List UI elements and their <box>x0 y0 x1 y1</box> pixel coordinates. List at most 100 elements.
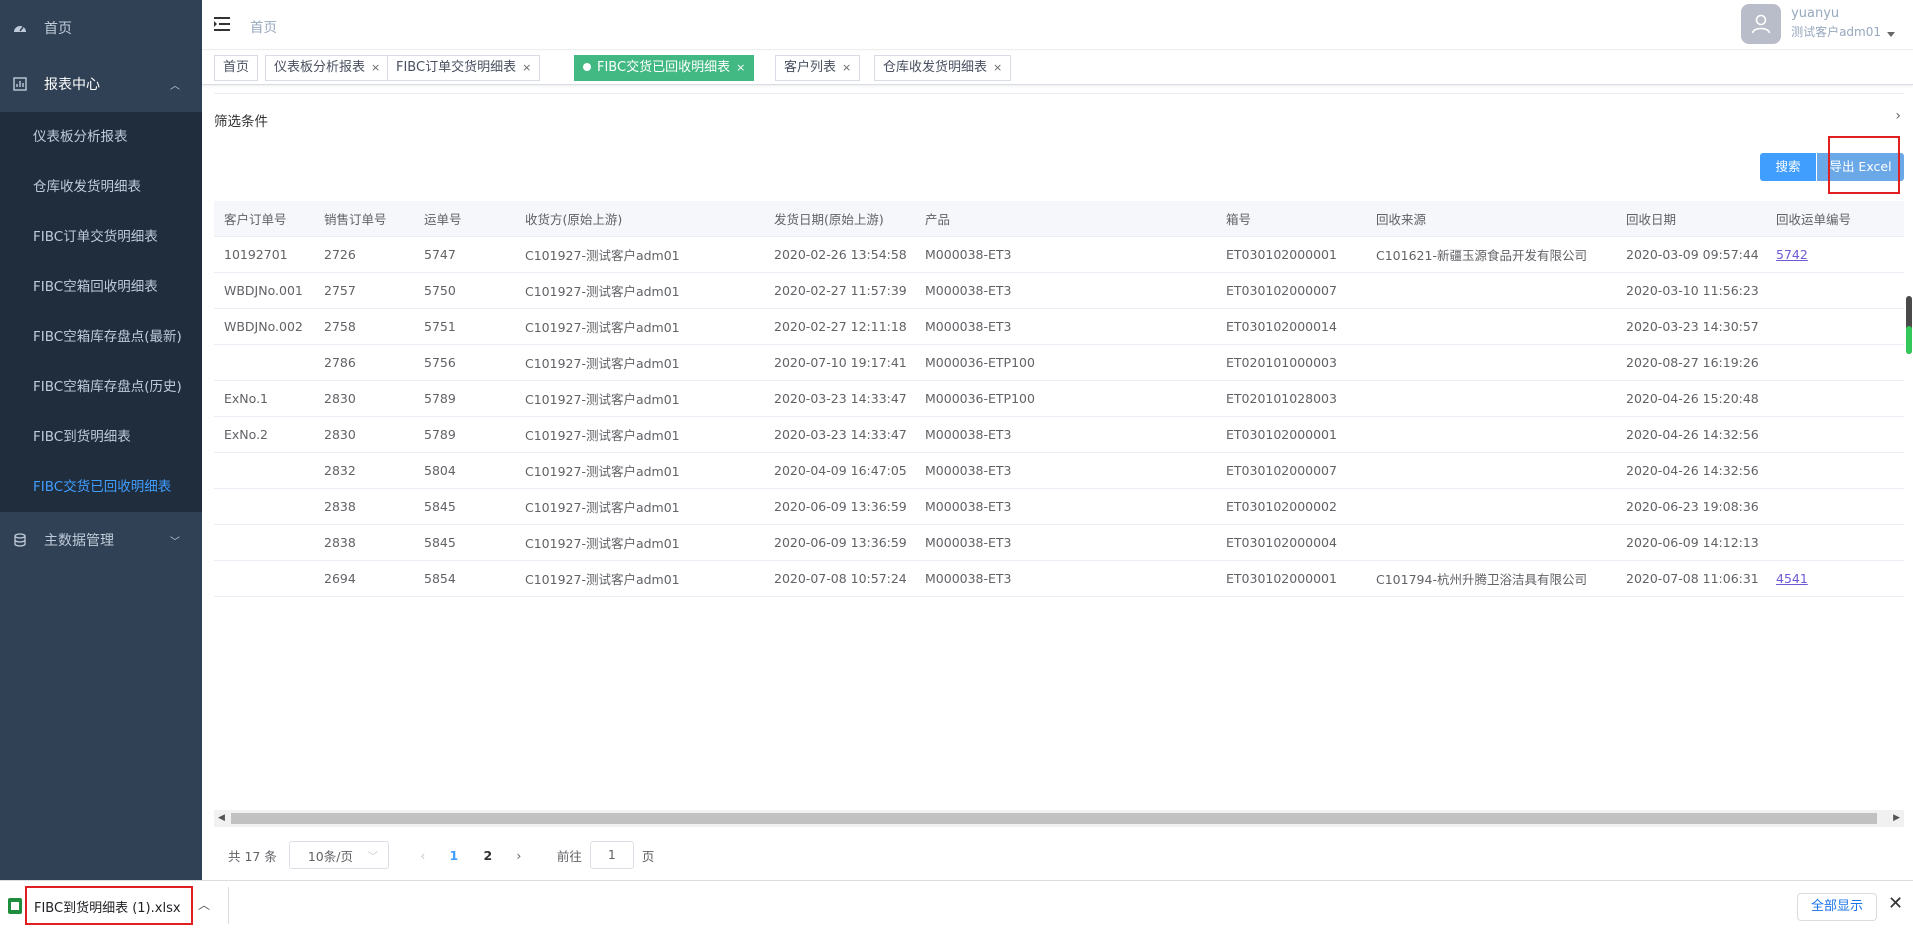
column-header: 回收运单编号 <box>1766 201 1904 237</box>
tab-warehouse-report[interactable]: 仓库收发货明细表 × <box>874 55 1012 81</box>
table-cell <box>1366 452 1616 489</box>
page-size-value: 10条/页 <box>307 848 353 864</box>
sidebar-item-fibc-order-delivery[interactable]: FIBC订单交货明细表 <box>0 212 202 262</box>
table-cell: ExNo.2 <box>214 416 314 453</box>
table-cell: M000038-ET3 <box>915 452 1216 489</box>
table-cell: 5789 <box>414 380 515 417</box>
data-table: 客户订单号 销售订单号 运单号 收货方(原始上游) 发货日期(原始上游) 产品 箱号 回收来源… <box>214 201 1904 597</box>
goto-page-input[interactable]: 1 <box>589 841 634 869</box>
sidebar-item-fibc-empty-recovery[interactable]: FIBC空箱回收明细表 <box>0 262 202 312</box>
scroll-left-icon[interactable]: ◀ <box>218 813 225 823</box>
table-cell: 2838 <box>314 524 414 561</box>
menu-toggle-icon[interactable] <box>214 16 232 32</box>
table-cell <box>1366 308 1616 345</box>
column-header: 回收来源 <box>1366 201 1616 237</box>
sidebar-item-fibc-arrival[interactable]: FIBC到货明细表 <box>0 412 202 462</box>
filter-toggle[interactable]: 筛选条件 <box>214 110 268 130</box>
table-cell: C101927-测试客户adm01 <box>515 236 764 273</box>
page-number[interactable]: 2 <box>471 848 505 863</box>
table-cell: 5804 <box>414 452 515 489</box>
table-cell: 5789 <box>414 416 515 453</box>
table-cell: 5854 <box>414 560 515 597</box>
table-cell: 2020-07-08 11:06:31 <box>1616 560 1766 597</box>
table-cell: 5845 <box>414 488 515 525</box>
breadcrumb[interactable]: 首页 <box>250 16 277 36</box>
download-item[interactable]: FIBC到货明细表 (1).xlsx <box>8 890 181 922</box>
close-icon[interactable]: ✕ <box>1888 893 1903 914</box>
navbar: 首页 yuanyu 测试客户adm01 <box>202 0 1913 50</box>
user-menu[interactable]: yuanyu 测试客户adm01 <box>1741 4 1895 44</box>
sidebar-item-home[interactable]: 首页 <box>0 0 202 56</box>
tab-fibc-order-delivery[interactable]: FIBC订单交货明细表 × <box>387 55 541 81</box>
sidebar-item-dashboard-report[interactable]: 仪表板分析报表 <box>0 112 202 162</box>
waybill-link[interactable]: 5742 <box>1776 247 1808 262</box>
table-cell: ExNo.1 <box>214 380 314 417</box>
column-header: 产品 <box>915 201 1216 237</box>
table-cell <box>1766 380 1904 417</box>
tab-customer-list[interactable]: 客户列表 × <box>775 55 861 81</box>
horizontal-scrollbar[interactable]: ◀ ▶ <box>214 810 1904 827</box>
table-row: ExNo.2 2830 5789 C101927-测试客户adm01 2020-03-2… <box>214 416 1904 453</box>
table-row: WBDJNo.001 2757 5750 C101927-测试客户adm01 2020-… <box>214 272 1904 309</box>
table-cell <box>1766 488 1904 525</box>
close-icon[interactable]: × <box>736 61 745 74</box>
column-header: 回收日期 <box>1616 201 1766 237</box>
search-button[interactable]: 搜索 <box>1760 153 1816 181</box>
sidebar-item-fibc-stock-latest[interactable]: FIBC空箱库存盘点(最新) <box>0 312 202 362</box>
scroll-right-icon[interactable]: ▶ <box>1893 813 1900 823</box>
table-cell: 2020-06-23 19:08:36 <box>1616 488 1766 525</box>
table-cell: 2020-02-27 12:11:18 <box>764 308 915 345</box>
page-number[interactable]: 1 <box>437 848 471 863</box>
avatar <box>1741 4 1782 44</box>
tags-view: 首页 仪表板分析报表 × FIBC订单交货明细表 × FIBC交货已回收明细表 × 客… <box>202 51 1913 85</box>
sidebar-item-master-data[interactable]: 主数据管理 ﹀ <box>0 512 202 568</box>
chevron-down-icon: ﹀ <box>170 536 180 548</box>
tab-home[interactable]: 首页 <box>214 55 259 81</box>
goto-suffix: 页 <box>641 848 655 864</box>
sidebar-item-fibc-delivered-recovered[interactable]: FIBC交货已回收明细表 <box>0 462 202 512</box>
close-icon[interactable]: × <box>371 61 380 74</box>
table-cell: 2020-03-10 11:56:23 <box>1616 272 1766 309</box>
scrollbar-thumb[interactable] <box>231 813 1877 824</box>
table-row: WBDJNo.002 2758 5751 C101927-测试客户adm01 2020-… <box>214 308 1904 345</box>
table-cell <box>1766 272 1904 309</box>
dashboard-icon <box>12 20 28 36</box>
waybill-link[interactable]: 4541 <box>1776 571 1808 586</box>
table-cell: WBDJNo.001 <box>214 272 314 309</box>
chevron-down-icon: ﹀ <box>367 851 378 863</box>
column-header: 客户订单号 <box>214 201 314 237</box>
table-cell: M000038-ET3 <box>915 560 1216 597</box>
table-cell: ET020101028003 <box>1216 380 1366 417</box>
column-header: 箱号 <box>1216 201 1366 237</box>
table-cell <box>214 344 314 381</box>
goto-label: 前往 <box>556 848 582 864</box>
download-filename: FIBC到货明细表 (1).xlsx <box>34 900 181 916</box>
sidebar-item-warehouse-report[interactable]: 仓库收发货明细表 <box>0 162 202 212</box>
next-page-button[interactable]: › <box>505 848 533 863</box>
export-excel-button[interactable]: 导出 Excel <box>1817 153 1904 181</box>
sidebar-item-reports[interactable]: 报表中心 ︿ <box>0 56 202 112</box>
close-icon[interactable]: × <box>522 61 531 74</box>
sidebar-item-fibc-stock-history[interactable]: FIBC空箱库存盘点(历史) <box>0 362 202 412</box>
page-size-select[interactable]: 10条/页 ﹀ <box>288 841 389 869</box>
tab-dashboard-report[interactable]: 仪表板分析报表 × <box>265 55 390 81</box>
vertical-scrollbar[interactable] <box>1906 296 1912 354</box>
close-icon[interactable]: × <box>993 61 1002 74</box>
table-cell: C101927-测试客户adm01 <box>515 524 764 561</box>
table-cell: 2020-06-09 13:36:59 <box>764 488 915 525</box>
table-body: 10192701 2726 5747 C101927-测试客户adm01 2020-02… <box>214 236 1904 597</box>
prev-page-button[interactable]: ‹ <box>409 848 437 863</box>
table-cell: C101927-测试客户adm01 <box>515 488 764 525</box>
table-cell: M000038-ET3 <box>915 488 1216 525</box>
table-row: 2694 5854 C101927-测试客户adm01 2020-07-08 10:5… <box>214 560 1904 597</box>
table-cell <box>1766 344 1904 381</box>
show-all-button[interactable]: 全部显示 <box>1797 893 1877 921</box>
table-cell: 2020-08-27 16:19:26 <box>1616 344 1766 381</box>
table-cell: 2020-04-26 14:32:56 <box>1616 452 1766 489</box>
tab-fibc-delivered-recovered[interactable]: FIBC交货已回收明细表 × <box>574 55 755 81</box>
close-icon[interactable]: × <box>842 61 851 74</box>
chevron-up-icon[interactable]: ︿ <box>198 896 210 913</box>
chevron-right-icon[interactable]: › <box>1895 108 1901 124</box>
table-cell: 2020-04-26 15:20:48 <box>1616 380 1766 417</box>
table-cell: 2020-04-09 16:47:05 <box>764 452 915 489</box>
